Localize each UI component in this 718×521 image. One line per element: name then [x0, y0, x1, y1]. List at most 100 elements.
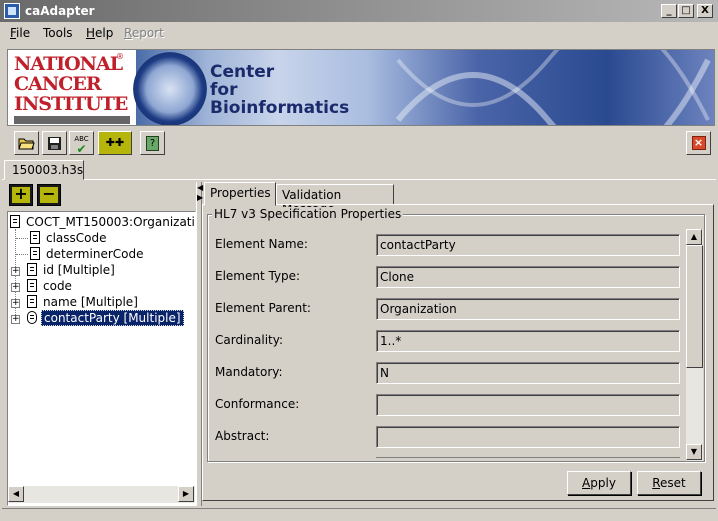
cb-logo-line1: Center: [210, 62, 275, 82]
nci-logo-line2: CANCER: [14, 73, 102, 95]
abstract-field[interactable]: [376, 426, 680, 448]
plus-icon: +: [14, 184, 28, 203]
mandatory-field[interactable]: N: [376, 362, 680, 384]
reset-button[interactable]: Reset: [637, 471, 701, 495]
tree-panel[interactable]: COCT_MT150003:Organization classCode det…: [7, 211, 196, 506]
minimize-button[interactable]: _: [661, 4, 677, 18]
tree-item-label: contactParty [Multiple]: [41, 310, 184, 326]
properties-group-title: HL7 v3 Specification Properties: [212, 207, 404, 221]
app-icon: [4, 3, 20, 19]
expand-node-icon[interactable]: +: [11, 315, 20, 324]
tree-item-name[interactable]: + name [Multiple]: [11, 294, 140, 310]
attribute-icon: [27, 263, 37, 276]
validate-button[interactable]: ABC ✔: [69, 131, 94, 155]
title-bar[interactable]: caAdapter _ □ X: [0, 0, 718, 22]
tab-properties[interactable]: Properties: [204, 182, 276, 206]
tab-validation-message[interactable]: Validation Message: [276, 184, 394, 216]
plus-plus-icon: ✚✚: [105, 136, 125, 149]
tree-item-classcode[interactable]: classCode: [30, 230, 109, 246]
properties-vertical-scrollbar[interactable]: ▲ ▼: [686, 229, 703, 461]
conformance-label: Conformance:: [215, 397, 300, 411]
element-parent-field[interactable]: Organization: [376, 298, 680, 320]
help-book-icon: ?: [146, 136, 159, 151]
tree-item-contactparty[interactable]: + contactParty [Multiple]: [11, 310, 184, 326]
maximize-button[interactable]: □: [678, 4, 694, 18]
reset-button-label: eset: [660, 476, 686, 490]
reset-button-accel: R: [652, 476, 661, 490]
document-icon: [10, 215, 20, 228]
element-type-field[interactable]: Clone: [376, 266, 680, 288]
abstract-label: Abstract:: [215, 429, 270, 443]
tree-item-code[interactable]: + code: [11, 278, 74, 294]
window-title: caAdapter: [25, 4, 95, 18]
element-parent-label: Element Parent:: [215, 301, 311, 315]
menu-help[interactable]: Help: [86, 26, 113, 40]
menu-bar: File Tools Help Report: [0, 22, 718, 44]
apply-button-label: pply: [590, 476, 616, 490]
attribute-icon: [30, 231, 40, 244]
expand-button[interactable]: +: [9, 184, 33, 206]
collapse-right-arrow-icon[interactable]: ▶: [197, 194, 203, 202]
menu-tools-label: Tools: [43, 26, 73, 40]
folder-open-icon: [18, 138, 35, 150]
menu-file[interactable]: File: [10, 26, 30, 40]
tree-item-determinercode[interactable]: determinerCode: [30, 246, 145, 262]
floppy-save-icon: [48, 137, 61, 150]
center-for-bioinformatics-logo: Center for Bioinformatics: [210, 63, 380, 117]
nci-logo-line3: INSTITUTE: [14, 93, 128, 115]
help-button[interactable]: ?: [140, 131, 165, 155]
collapse-left-arrow-icon[interactable]: ◀: [197, 184, 203, 192]
nci-logo-line1: NATIONAL: [14, 53, 123, 75]
tree-item-label: id [Multiple]: [43, 263, 115, 277]
element-type-label: Element Type:: [215, 269, 301, 283]
dna-helix-art: [395, 50, 711, 125]
document-area-border: [2, 179, 716, 180]
generate-button[interactable]: ✚✚: [98, 131, 132, 155]
tree-root[interactable]: COCT_MT150003:Organization: [10, 214, 195, 230]
element-name-label: Element Name:: [215, 237, 308, 251]
close-window-button[interactable]: X: [697, 4, 713, 18]
tree-item-label: classCode: [46, 231, 107, 245]
menu-tools[interactable]: Tools: [43, 26, 73, 40]
scroll-left-arrow-icon[interactable]: ◀: [8, 486, 24, 502]
menu-help-accel: H: [86, 26, 96, 40]
expand-node-icon[interactable]: +: [11, 283, 20, 292]
nci-logo-bar: [14, 116, 130, 124]
tree-item-id[interactable]: + id [Multiple]: [11, 262, 117, 278]
expand-node-icon[interactable]: +: [11, 299, 20, 308]
menu-file-label: ile: [16, 26, 31, 40]
collapse-button[interactable]: −: [37, 184, 61, 206]
scrollbar-thumb[interactable]: [686, 245, 703, 368]
element-name-field[interactable]: contactParty: [376, 234, 680, 256]
scroll-up-arrow-icon[interactable]: ▲: [686, 229, 702, 245]
clone-icon: [27, 311, 37, 324]
mandatory-label: Mandatory:: [215, 365, 283, 379]
nci-registered-mark: ®: [116, 52, 124, 61]
open-button[interactable]: [14, 131, 39, 155]
close-document-button[interactable]: ×: [686, 131, 711, 155]
tab-document[interactable]: 150003.h3s: [4, 160, 84, 180]
menu-help-label: elp: [95, 26, 114, 40]
expand-node-icon[interactable]: +: [11, 267, 20, 276]
dna-emblem-icon: [133, 52, 207, 125]
conformance-field[interactable]: [376, 394, 680, 416]
save-button[interactable]: [42, 131, 67, 155]
cb-logo-line3: Bioinformatics: [210, 98, 350, 118]
cb-logo-line2: for: [210, 80, 238, 100]
tree-item-label: code: [43, 279, 72, 293]
apply-button[interactable]: Apply: [567, 471, 631, 495]
scroll-right-arrow-icon[interactable]: ▶: [178, 486, 194, 502]
tree-item-label: name [Multiple]: [43, 295, 138, 309]
tree-connector: [16, 238, 28, 239]
status-bar: [2, 508, 716, 519]
tree-connector: [16, 254, 28, 255]
menu-report-label: eport: [131, 26, 164, 40]
tree-horizontal-scrollbar[interactable]: ◀ ▶: [8, 486, 195, 503]
next-field-edge: [376, 457, 680, 461]
nci-logo: NATIONAL CANCER INSTITUTE: [14, 54, 130, 114]
cardinality-field[interactable]: 1..*: [376, 330, 680, 352]
scroll-down-arrow-icon[interactable]: ▼: [686, 444, 702, 460]
toolbar: ABC ✔ ✚✚ ? ×: [7, 130, 715, 158]
menu-report[interactable]: Report: [124, 26, 164, 40]
banner: NATIONAL CANCER INSTITUTE ® Center for B…: [7, 49, 715, 126]
